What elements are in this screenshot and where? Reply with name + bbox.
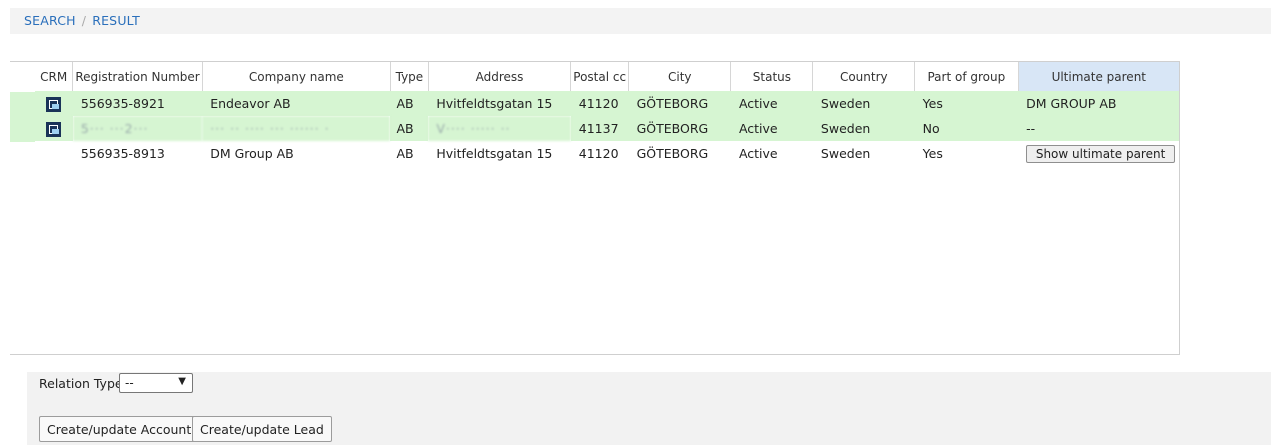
- city-cell: GÖTEBORG: [628, 91, 731, 116]
- status-cell: Active: [730, 116, 813, 141]
- postal-code-cell: 41120: [570, 91, 629, 116]
- part-of-group-cell: No: [914, 116, 1019, 141]
- ultimate-parent-cell: --: [1018, 116, 1179, 141]
- status-cell: Active: [730, 91, 813, 116]
- table-row[interactable]: 556935-8913 DM Group AB AB Hvitfeldtsgat…: [35, 141, 1179, 166]
- part-of-group-cell: Yes: [914, 91, 1019, 116]
- row-highlight: [10, 117, 35, 142]
- show-ultimate-parent-button[interactable]: Show ultimate parent: [1026, 144, 1176, 163]
- status-cell: Active: [738, 146, 778, 161]
- ultimate-parent-cell: Show ultimate parent: [1018, 141, 1179, 166]
- top-bar: [10, 8, 1271, 34]
- col-header-status[interactable]: Status: [730, 62, 813, 91]
- breadcrumb-search-link[interactable]: SEARCH: [24, 13, 76, 28]
- type-cell: AB: [396, 146, 414, 161]
- postal-code-cell: 41120: [578, 146, 619, 161]
- breadcrumb-result-link[interactable]: RESULT: [92, 13, 140, 28]
- country-cell: Sweden: [812, 116, 915, 141]
- type-cell: AB: [390, 116, 429, 141]
- breadcrumb: SEARCH / RESULT: [24, 13, 140, 28]
- table-row[interactable]: 5··· ···2··· ··· ·· ···· ··· ······ · AB…: [35, 116, 1179, 141]
- type-cell: AB: [390, 91, 429, 116]
- crm-logo-icon[interactable]: [46, 121, 62, 137]
- city-cell: GÖTEBORG: [636, 146, 709, 161]
- col-header-company-name[interactable]: Company name: [201, 62, 391, 91]
- country-cell: Sweden: [820, 146, 871, 161]
- crm-logo-icon[interactable]: [46, 96, 62, 112]
- postal-code-cell: 41137: [570, 116, 629, 141]
- col-header-address[interactable]: Address: [427, 62, 571, 91]
- col-header-type[interactable]: Type: [389, 62, 429, 91]
- col-header-part-of-group[interactable]: Part of group: [914, 62, 1019, 91]
- col-header-ultimate-parent[interactable]: Ultimate parent: [1017, 62, 1179, 91]
- company-name-cell: ··· ·· ···· ··· ······ ·: [202, 116, 391, 141]
- registration-number-cell: 5··· ···2···: [72, 116, 203, 141]
- table-header-row: CRM Registration Number Company name Typ…: [35, 62, 1179, 91]
- country-cell: Sweden: [812, 91, 915, 116]
- col-header-crm[interactable]: CRM: [35, 62, 73, 91]
- ultimate-parent-cell: DM GROUP AB: [1018, 91, 1179, 116]
- create-update-lead-button[interactable]: Create/update Lead: [192, 416, 332, 442]
- chevron-down-icon: ▼: [178, 376, 186, 387]
- results-grid: CRM Registration Number Company name Typ…: [10, 61, 1180, 355]
- crm-cell: [35, 141, 73, 166]
- address-cell: Hvitfeldtsgatan 15: [436, 146, 553, 161]
- create-update-account-button[interactable]: Create/update Account: [39, 416, 200, 442]
- col-header-registration-number[interactable]: Registration Number: [72, 62, 203, 91]
- table-row[interactable]: 556935-8921 Endeavor AB AB Hvitfeldtsgat…: [35, 91, 1179, 116]
- relation-type-label: Relation Type: [39, 376, 123, 391]
- relation-type-value: --: [125, 376, 134, 390]
- action-panel: Relation Type -- ▼ Create/update Account…: [27, 372, 1271, 445]
- city-cell: GÖTEBORG: [628, 116, 731, 141]
- registration-number-cell: 556935-8921: [72, 91, 203, 116]
- results-table: CRM Registration Number Company name Typ…: [35, 62, 1179, 166]
- company-name-cell: Endeavor AB: [202, 91, 391, 116]
- col-header-city[interactable]: City: [628, 62, 731, 91]
- registration-number-cell: 556935-8913: [80, 146, 165, 161]
- relation-type-select[interactable]: -- ▼: [119, 373, 193, 393]
- crm-cell[interactable]: [35, 91, 73, 116]
- breadcrumb-separator: /: [81, 13, 87, 28]
- part-of-group-cell: Yes: [922, 146, 943, 161]
- row-highlight: [10, 92, 35, 117]
- col-header-postal-code[interactable]: Postal cc: [570, 62, 629, 91]
- crm-cell[interactable]: [35, 116, 73, 141]
- company-name-cell: DM Group AB: [210, 146, 294, 161]
- address-cell: Hvitfeldtsgatan 15: [428, 91, 571, 116]
- col-header-country[interactable]: Country: [812, 62, 915, 91]
- address-cell: V···· ····· ··: [428, 116, 571, 141]
